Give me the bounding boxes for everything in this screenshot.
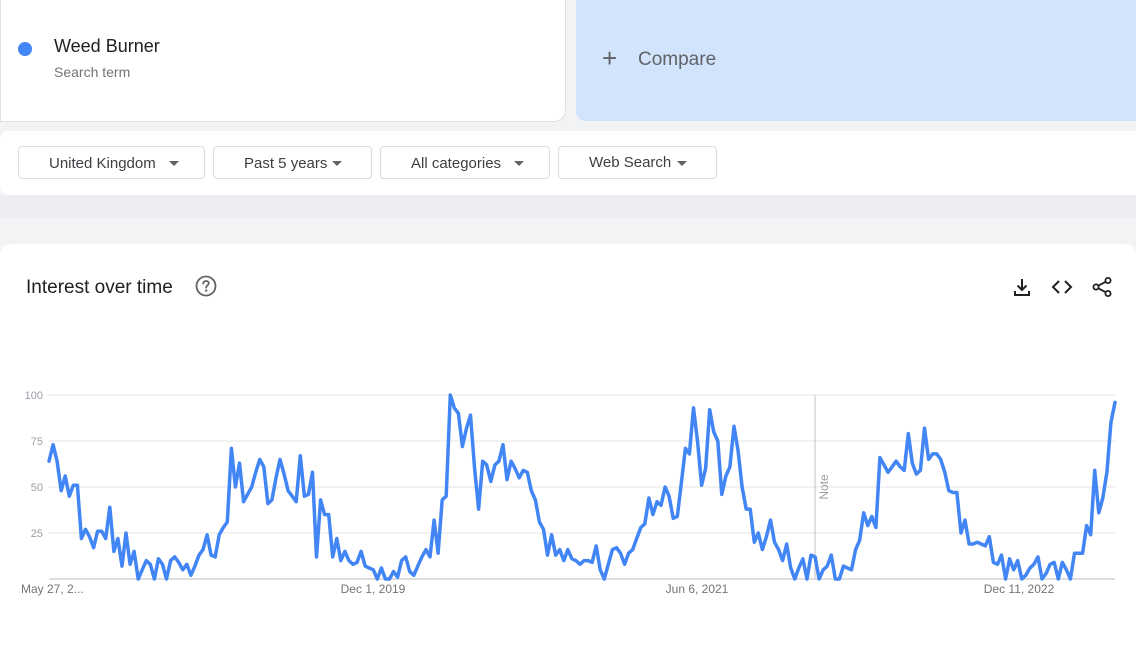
note-annotation-label: Note xyxy=(817,474,831,500)
y-tick-label: 25 xyxy=(31,528,43,540)
y-tick-label: 50 xyxy=(31,482,43,494)
x-tick-label: Dec 1, 2019 xyxy=(341,582,406,596)
y-tick-label: 75 xyxy=(31,436,43,448)
x-tick-label: Dec 11, 2022 xyxy=(984,582,1055,596)
interest-line-chart[interactable]: 25 50 75 100 Note May 27, 2... Dec 1, 2019 Jun … xyxy=(0,0,1136,657)
y-tick-label: 100 xyxy=(25,390,43,402)
x-tick-label: Jun 6, 2021 xyxy=(666,582,729,596)
x-tick-label: May 27, 2... xyxy=(21,582,84,596)
